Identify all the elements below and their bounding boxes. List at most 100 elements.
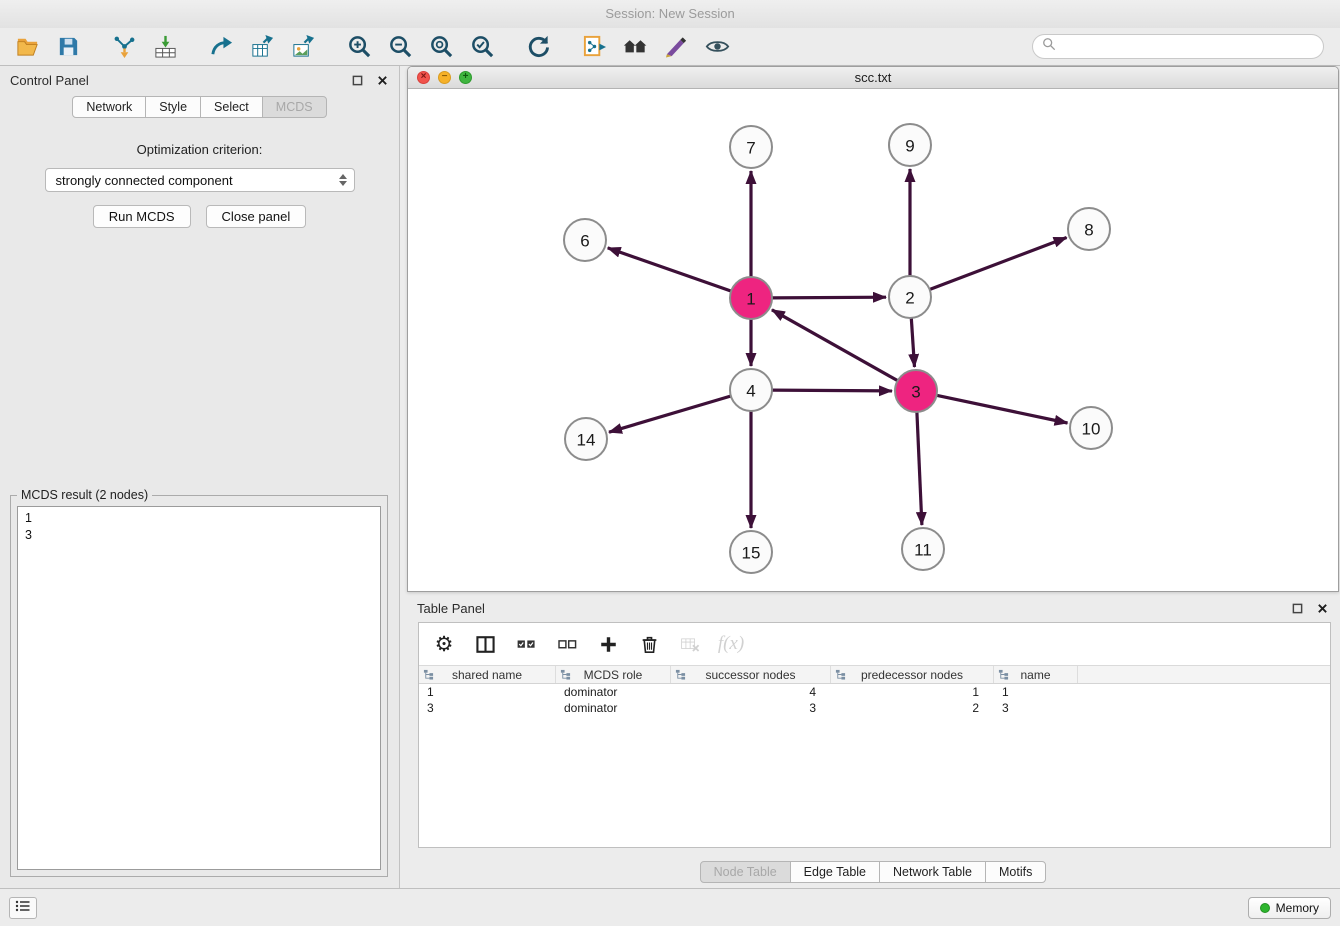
export-network-icon[interactable] [206,32,236,62]
column-header-successor-nodes[interactable]: successor nodes [671,666,831,683]
graph-edge-2-3[interactable] [911,318,914,367]
table-tab-network-table[interactable]: Network Table [879,861,986,883]
control-panel: Control Panel NetworkStyleSelectMCDS Opt… [0,66,400,888]
table-cell[interactable]: 3 [419,700,556,716]
apply-function-icon: f(x) [719,632,743,656]
close-table-panel-icon[interactable] [1316,602,1329,615]
zoom-selected-icon[interactable] [467,32,497,62]
toolbar-group [12,32,83,62]
first-neighbors-icon[interactable] [579,32,609,62]
graph-node-2[interactable]: 2 [889,276,931,318]
close-panel-icon[interactable] [376,74,389,87]
graph-node-8[interactable]: 8 [1068,208,1110,250]
graph-edge-1-2[interactable] [772,297,886,298]
table-row[interactable]: 3dominator323 [419,700,1330,716]
graph-node-3[interactable]: 3 [895,370,937,412]
graph-node-6[interactable]: 6 [564,219,606,261]
session-title: Session: New Session [605,6,734,21]
graph-edge-4-14[interactable] [609,396,731,432]
table-tab-node-table[interactable]: Node Table [700,861,791,883]
toolbar-group [344,32,497,62]
run-mcds-button[interactable]: Run MCDS [93,205,191,228]
open-session-icon[interactable] [12,32,42,62]
graph-node-9[interactable]: 9 [889,124,931,166]
mcds-result-line: 1 [25,510,373,527]
vertical-splitter[interactable] [400,66,407,888]
table-cell[interactable]: dominator [556,684,671,700]
graph-node-15[interactable]: 15 [730,531,772,573]
table-cell[interactable]: 1 [831,684,994,700]
task-list-button[interactable] [9,897,37,919]
table-cell[interactable]: 1 [994,684,1078,700]
control-panel-tabs: NetworkStyleSelectMCDS [0,96,399,118]
optimization-dropdown[interactable]: strongly connected component [45,168,355,192]
memory-label: Memory [1276,901,1319,915]
tab-style[interactable]: Style [145,96,201,118]
tab-mcds[interactable]: MCDS [262,96,327,118]
graph-edge-1-6[interactable] [608,248,732,291]
memory-button[interactable]: Memory [1248,897,1331,919]
node-table-container: ⚙ f(x) shared nameMCDS rolesuccessor node… [418,622,1331,848]
graph-node-1[interactable]: 1 [730,277,772,319]
table-cell[interactable]: 1 [419,684,556,700]
table-cell[interactable]: dominator [556,700,671,716]
network-graph[interactable]: 7 9 6 8 1 2 4 3 14 10 15 11 [408,89,1338,591]
graph-edge-2-8[interactable] [930,238,1067,290]
close-panel-button[interactable]: Close panel [206,205,307,228]
table-tab-edge-table[interactable]: Edge Table [790,861,880,883]
table-cell[interactable]: 3 [671,700,831,716]
graph-node-4[interactable]: 4 [730,369,772,411]
tab-network[interactable]: Network [72,96,146,118]
svg-text:8: 8 [1084,221,1093,240]
svg-text:1: 1 [746,290,755,309]
zoom-fit-icon[interactable] [426,32,456,62]
export-table-icon[interactable] [247,32,277,62]
mcds-result-title: MCDS result (2 nodes) [17,488,152,502]
export-image-icon[interactable] [288,32,318,62]
table-cell[interactable]: 4 [671,684,831,700]
save-session-icon[interactable] [53,32,83,62]
zoom-in-icon[interactable] [344,32,374,62]
svg-text:6: 6 [580,232,589,251]
column-header-predecessor-nodes[interactable]: predecessor nodes [831,666,994,683]
add-column-icon[interactable] [596,632,620,656]
search-input[interactable] [1062,40,1314,54]
delete-column-icon[interactable] [637,632,661,656]
column-header-shared-name[interactable]: shared name [419,666,556,683]
float-table-panel-icon[interactable] [1291,602,1304,615]
column-header-mcds-role[interactable]: MCDS role [556,666,671,683]
table-row[interactable]: 1dominator411 [419,684,1330,700]
graph-node-14[interactable]: 14 [565,418,607,460]
table-cell[interactable]: 3 [994,700,1078,716]
split-view-icon[interactable] [473,632,497,656]
style-paint-icon[interactable] [661,32,691,62]
graph-node-11[interactable]: 11 [902,528,944,570]
graph-node-7[interactable]: 7 [730,126,772,168]
float-panel-icon[interactable] [351,74,364,87]
main-titlebar: Session: New Session [0,0,1340,28]
import-network-icon[interactable] [109,32,139,62]
svg-text:15: 15 [742,544,761,563]
deselect-all-rows-icon[interactable] [555,632,579,656]
network-canvas[interactable]: 7 9 6 8 1 2 4 3 14 10 15 11 [408,89,1338,591]
import-table-icon[interactable] [150,32,180,62]
mcds-result-list[interactable]: 13 [17,506,381,870]
graph-edge-4-3[interactable] [772,390,892,391]
graph-edge-3-10[interactable] [937,395,1068,423]
search-box[interactable] [1032,34,1324,59]
network-window-title: scc.txt [408,70,1338,85]
table-cell[interactable]: 2 [831,700,994,716]
refresh-layout-icon[interactable] [523,32,553,62]
column-header-name[interactable]: name [994,666,1078,683]
table-settings-icon[interactable]: ⚙ [432,632,456,656]
table-tab-motifs[interactable]: Motifs [985,861,1046,883]
select-all-rows-icon[interactable] [514,632,538,656]
tab-select[interactable]: Select [200,96,263,118]
home-icon[interactable] [620,32,650,62]
graph-node-10[interactable]: 10 [1070,407,1112,449]
graph-edge-3-11[interactable] [917,412,922,525]
zoom-out-icon[interactable] [385,32,415,62]
svg-text:7: 7 [746,139,755,158]
graph-edge-3-1[interactable] [772,310,898,381]
eye-icon[interactable] [702,32,732,62]
